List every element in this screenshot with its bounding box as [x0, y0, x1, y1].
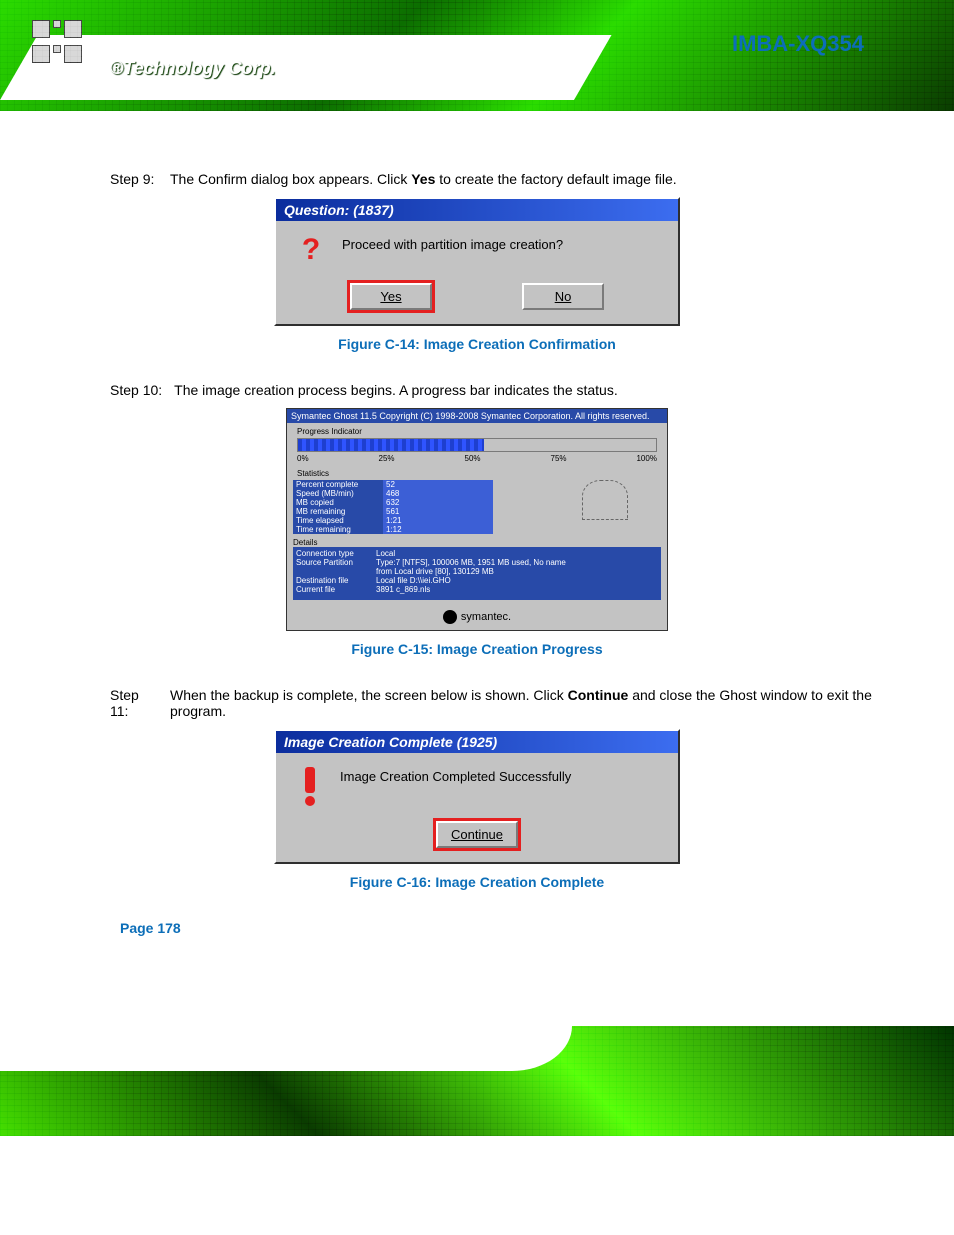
yes-button[interactable]: Yes — [350, 283, 432, 310]
brand-text: ®Technology Corp. — [110, 58, 276, 79]
stats-grid: Percent complete52 Speed (MB/min)468 MB … — [293, 480, 493, 534]
stat-label: Time elapsed — [293, 516, 383, 525]
dialog-complete-message: Image Creation Completed Successfully — [340, 767, 571, 784]
stat-label: MB copied — [293, 498, 383, 507]
details-grid: Connection typeLocal Source PartitionTyp… — [293, 547, 661, 600]
page-number: Page 178 — [120, 920, 884, 936]
detail-label — [296, 567, 376, 576]
detail-label: Source Partition — [296, 558, 376, 567]
detail-value: Local file D:\\iei.GHO — [376, 576, 658, 585]
exclaim-icon — [296, 767, 324, 807]
step-11-num: Step 11: — [110, 687, 158, 719]
footer-banner — [0, 1026, 954, 1136]
step-9-num: Step 9: — [110, 171, 158, 187]
tick-0: 0% — [297, 454, 309, 463]
stat-value: 561 — [383, 507, 493, 516]
stat-value: 468 — [383, 489, 493, 498]
step-10-num: Step 10: — [110, 382, 162, 398]
continue-button[interactable]: Continue — [436, 821, 518, 848]
step-10-text: The image creation process begins. A pro… — [174, 382, 618, 398]
stat-value: 632 — [383, 498, 493, 507]
stat-label: Time remaining — [293, 525, 383, 534]
tick-50: 50% — [465, 454, 481, 463]
dialog-complete-title: Image Creation Complete (1925) — [276, 731, 678, 753]
step-11: Step 11: When the backup is complete, th… — [110, 687, 884, 719]
detail-label: Connection type — [296, 549, 376, 558]
ghost-icon — [582, 480, 628, 520]
tick-100: 100% — [636, 454, 656, 463]
doc-title: IMBA-XQ354 — [732, 31, 864, 57]
detail-label: Current file — [296, 585, 376, 594]
step-9: Step 9: The Confirm dialog box appears. … — [110, 171, 884, 187]
symantec-icon — [443, 610, 457, 624]
detail-value: Type:7 [NTFS], 100006 MB, 1951 MB used, … — [376, 558, 658, 567]
figure-16-caption: Figure C-16: Image Creation Complete — [70, 874, 884, 890]
symantec-text: symantec. — [461, 611, 511, 623]
dialog-confirm: Question: (1837) Proceed with partition … — [274, 197, 680, 326]
logo-iei-icon — [32, 20, 96, 66]
step-11-text-before: When the backup is complete, the screen … — [170, 687, 568, 703]
figure-14-caption: Figure C-14: Image Creation Confirmation — [70, 336, 884, 352]
detail-value: Local — [376, 549, 658, 558]
ghost-window: Symantec Ghost 11.5 Copyright (C) 1998-2… — [286, 408, 668, 631]
dialog-confirm-message: Proceed with partition image creation? — [342, 235, 563, 252]
figure-15-caption: Figure C-15: Image Creation Progress — [70, 641, 884, 657]
dialog-confirm-title: Question: (1837) — [276, 199, 678, 221]
progress-bar — [297, 438, 657, 452]
step-10: Step 10: The image creation process begi… — [110, 382, 884, 398]
stat-label: Percent complete — [293, 480, 383, 489]
progress-indicator-label: Progress Indicator — [297, 427, 657, 436]
details-header: Details — [293, 538, 661, 547]
dialog-complete: Image Creation Complete (1925) Image Cre… — [274, 729, 680, 864]
detail-value: from Local drive [80], 130129 MB — [376, 567, 658, 576]
tick-75: 75% — [551, 454, 567, 463]
step-9-bold: Yes — [411, 171, 435, 187]
symantec-brand: symantec. — [287, 604, 667, 630]
logo — [32, 20, 96, 66]
ghost-title: Symantec Ghost 11.5 Copyright (C) 1998-2… — [287, 409, 667, 423]
step-11-bold: Continue — [568, 687, 629, 703]
stat-value: 52 — [383, 480, 493, 489]
progress-bar-fill — [298, 439, 484, 451]
step-9-text-before: The Confirm dialog box appears. Click — [170, 171, 411, 187]
stats-header: Statistics — [297, 469, 657, 478]
stat-label: MB remaining — [293, 507, 383, 516]
detail-label: Destination file — [296, 576, 376, 585]
detail-value: 3891 c_869.nls — [376, 585, 658, 594]
step-9-text-after: to create the factory default image file… — [439, 171, 676, 187]
progress-ticks: 0% 25% 50% 75% 100% — [297, 454, 657, 463]
stat-label: Speed (MB/min) — [293, 489, 383, 498]
stat-value: 1:12 — [383, 525, 493, 534]
stat-value: 1:21 — [383, 516, 493, 525]
tick-25: 25% — [379, 454, 395, 463]
question-icon — [296, 235, 326, 269]
no-button[interactable]: No — [522, 283, 604, 310]
